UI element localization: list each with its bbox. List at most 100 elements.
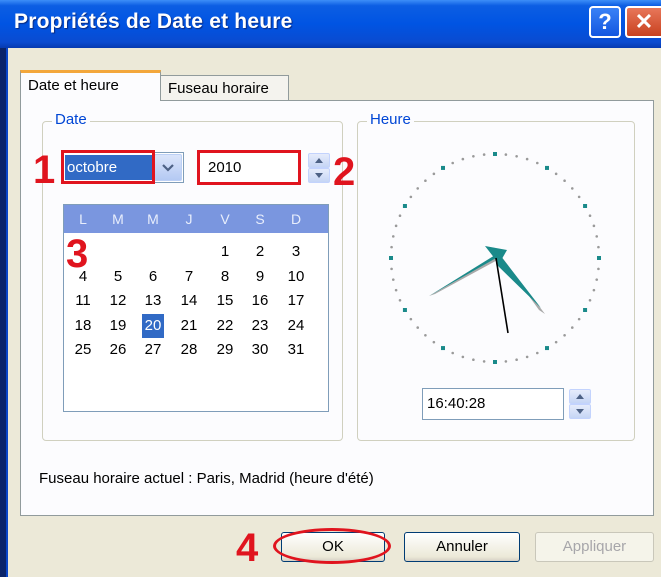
clock-minute-mark bbox=[536, 161, 539, 165]
calendar-day[interactable]: 21 bbox=[174, 314, 204, 338]
calendar-day[interactable]: 10 bbox=[281, 265, 311, 289]
clock-hour-mark bbox=[545, 346, 549, 351]
time-field[interactable]: 16:40:28 bbox=[422, 388, 564, 420]
calendar-day[interactable]: 12 bbox=[103, 289, 133, 313]
calendar-day[interactable]: 9 bbox=[245, 265, 275, 289]
annotation-box-year bbox=[197, 150, 301, 185]
clock-minute-mark bbox=[504, 360, 508, 363]
clock-minute-mark bbox=[391, 278, 395, 281]
calendar-day[interactable]: 17 bbox=[281, 289, 311, 313]
calendar-day[interactable]: 19 bbox=[103, 314, 133, 338]
calendar-weekday-header: L M M J V S D bbox=[64, 205, 328, 233]
weekday-label: L bbox=[79, 211, 87, 227]
annotation-1: 1 bbox=[33, 148, 56, 192]
clock-hands bbox=[429, 246, 545, 334]
clock-minute-mark bbox=[577, 317, 581, 321]
calendar-day[interactable]: 27 bbox=[138, 338, 168, 362]
clock-minute-mark bbox=[390, 245, 393, 249]
clock-minute-mark bbox=[515, 154, 518, 158]
month-dropdown-button[interactable] bbox=[154, 154, 182, 181]
clock-minute-mark bbox=[391, 235, 395, 238]
calendar-day[interactable]: 7 bbox=[174, 265, 204, 289]
clock-minute-mark bbox=[482, 153, 486, 156]
calendar-day[interactable]: 15 bbox=[210, 289, 240, 313]
clock-minute-mark bbox=[461, 157, 465, 161]
calendar-day[interactable]: 1 bbox=[210, 240, 240, 264]
calendar-day[interactable]: 20 bbox=[142, 313, 164, 338]
title-bar[interactable]: Propriétés de Date et heure ? ✕ bbox=[0, 0, 661, 48]
calendar-day[interactable]: 29 bbox=[210, 338, 240, 362]
cancel-button[interactable]: Annuler bbox=[404, 532, 520, 562]
clock-minute-mark bbox=[570, 187, 574, 190]
calendar-day[interactable]: 11 bbox=[68, 289, 98, 313]
analog-clock bbox=[389, 152, 601, 364]
clock-hour-mark bbox=[441, 165, 445, 170]
month-calendar[interactable]: L M M J V S D 1 2 3 4 5 6 7 8 9 10 11 12 13 14 15 16 17 1… bbox=[63, 204, 329, 412]
clock-minute-mark bbox=[554, 340, 558, 344]
clock-minute-mark bbox=[554, 172, 558, 176]
clock-minute-mark bbox=[577, 195, 581, 199]
clock-minute-mark bbox=[588, 299, 592, 302]
time-spinner[interactable] bbox=[569, 389, 591, 419]
clock-hour-mark bbox=[583, 204, 588, 208]
clock-minute-mark bbox=[525, 157, 529, 161]
year-spinner[interactable] bbox=[308, 153, 330, 183]
calendar-day[interactable]: 26 bbox=[103, 338, 133, 362]
clock-minute-mark bbox=[525, 355, 529, 359]
clock-minute-mark bbox=[394, 224, 398, 228]
year-up-button[interactable] bbox=[308, 153, 330, 168]
arrow-down-icon bbox=[576, 409, 584, 414]
apply-button[interactable]: Appliquer bbox=[535, 532, 654, 562]
clock-hour-mark bbox=[441, 346, 445, 351]
clock-minute-mark bbox=[595, 278, 599, 281]
time-down-button[interactable] bbox=[569, 404, 591, 419]
calendar-day[interactable]: 23 bbox=[245, 314, 275, 338]
clock-hour-mark bbox=[493, 152, 497, 156]
tab-date-et-heure[interactable]: Date et heure bbox=[20, 70, 161, 101]
calendar-day[interactable]: 16 bbox=[245, 289, 275, 313]
clock-minute-mark bbox=[416, 326, 420, 329]
clock-minute-mark bbox=[597, 267, 600, 271]
calendar-day[interactable]: 28 bbox=[174, 338, 204, 362]
clock-hour-mark bbox=[583, 308, 588, 312]
annotation-2: 2 bbox=[333, 150, 356, 194]
clock-minute-mark bbox=[394, 288, 398, 292]
calendar-day[interactable]: 3 bbox=[281, 240, 311, 264]
time-group-title: Heure bbox=[367, 111, 414, 128]
clock-minute-mark bbox=[398, 299, 402, 302]
calendar-day[interactable]: 25 bbox=[68, 338, 98, 362]
calendar-day[interactable]: 18 bbox=[68, 314, 98, 338]
time-up-button[interactable] bbox=[569, 389, 591, 404]
clock-minute-mark bbox=[472, 358, 475, 362]
calendar-day[interactable]: 31 bbox=[281, 338, 311, 362]
calendar-day[interactable]: 24 bbox=[281, 314, 311, 338]
window-title: Propriétés de Date et heure bbox=[14, 10, 293, 33]
calendar-day[interactable]: 13 bbox=[138, 289, 168, 313]
clock-minute-mark bbox=[504, 153, 508, 156]
calendar-day[interactable]: 22 bbox=[210, 314, 240, 338]
clock-hour-mark bbox=[402, 204, 407, 208]
annotation-box-month bbox=[61, 150, 155, 184]
clock-minute-mark bbox=[424, 333, 427, 337]
close-button[interactable]: ✕ bbox=[625, 6, 661, 38]
weekday-label: V bbox=[220, 211, 230, 227]
clock-minute-mark bbox=[409, 195, 413, 199]
calendar-day[interactable]: 14 bbox=[174, 289, 204, 313]
annotation-ellipse-ok bbox=[273, 528, 391, 564]
help-button[interactable]: ? bbox=[589, 6, 621, 38]
calendar-day[interactable]: 30 bbox=[245, 338, 275, 362]
tab-fuseau-horaire[interactable]: Fuseau horaire bbox=[161, 75, 289, 101]
year-down-button[interactable] bbox=[308, 168, 330, 183]
calendar-day[interactable]: 6 bbox=[138, 265, 168, 289]
clock-minute-mark bbox=[592, 288, 596, 292]
calendar-day[interactable]: 5 bbox=[103, 265, 133, 289]
clock-minute-mark bbox=[563, 179, 566, 183]
clock-minute-mark bbox=[424, 179, 427, 183]
calendar-day[interactable]: 8 bbox=[210, 265, 240, 289]
date-group-title: Date bbox=[52, 111, 90, 128]
calendar-day[interactable]: 2 bbox=[245, 240, 275, 264]
clock-minute-mark bbox=[536, 351, 539, 355]
clock-minute-mark bbox=[451, 351, 454, 355]
weekday-label: S bbox=[255, 211, 265, 227]
clock-hour-mark bbox=[402, 308, 407, 312]
